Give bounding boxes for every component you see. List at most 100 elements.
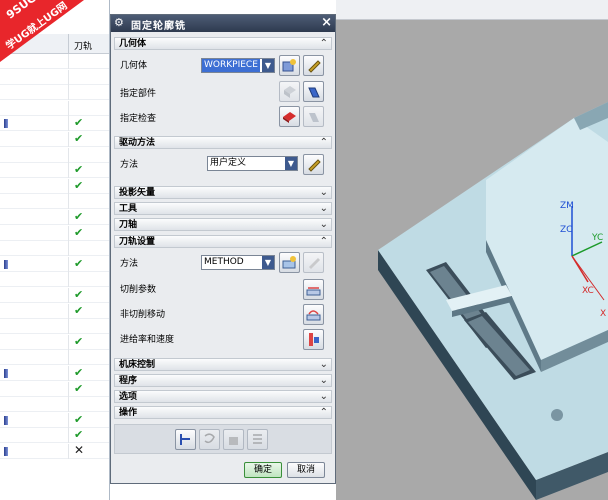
column-separator [68, 100, 69, 116]
operation-icon [4, 369, 8, 378]
display-check-button[interactable] [303, 106, 324, 127]
section-operations[interactable]: 操作 ⌃ [114, 406, 332, 419]
drive-method-select[interactable]: 用户定义 ▼ [207, 156, 298, 171]
new-geometry-button[interactable] [279, 55, 300, 76]
section-machine-control[interactable]: 机床控制 ⌄ [114, 358, 332, 371]
generate-button[interactable] [175, 429, 196, 450]
navigator-row[interactable] [0, 54, 109, 69]
non-cut-moves-button[interactable] [303, 304, 324, 325]
column-separator [68, 272, 69, 288]
column-toolpath[interactable]: 刀轨 [74, 39, 92, 52]
section-options-label: 选项 [119, 392, 138, 402]
navigator-row[interactable]: ✔ [0, 163, 109, 179]
navigator-row[interactable]: ✔ [0, 412, 109, 428]
navigator-row[interactable] [0, 100, 109, 116]
flashlight-icon [309, 113, 319, 122]
operation-icon [4, 447, 8, 456]
chevron-up-icon: ⌃ [319, 38, 328, 49]
edit-drive-button[interactable] [303, 154, 324, 175]
specify-part-button[interactable] [279, 81, 300, 102]
new-method-button[interactable] [279, 252, 300, 273]
label-yc: YC [591, 233, 603, 243]
navigator-row[interactable]: ✔ [0, 178, 109, 194]
chevron-down-icon: ⌄ [319, 359, 328, 370]
checkmark-icon: ✔ [74, 303, 84, 317]
chevron-down-icon: ⌄ [319, 219, 328, 230]
navigator-row[interactable]: ✔ [0, 116, 109, 132]
cancel-button[interactable]: 取消 [287, 462, 325, 478]
navigator-row[interactable]: ✔ [0, 256, 109, 272]
label-zc: ZC [560, 225, 572, 235]
navigator-row[interactable]: ✔ [0, 303, 109, 319]
ok-button[interactable]: 确定 [244, 462, 282, 478]
column-separator [68, 256, 69, 272]
column-separator [68, 288, 69, 303]
replay-button[interactable] [199, 429, 220, 450]
section-tool-axis[interactable]: 刀轴 ⌄ [114, 218, 332, 231]
specify-check-button[interactable] [279, 106, 300, 127]
drive-method-value: 用户定义 [210, 158, 247, 168]
section-path-settings[interactable]: 刀轨设置 ⌃ [114, 235, 332, 248]
verify-button[interactable] [223, 429, 244, 450]
specify-check-label: 指定检查 [120, 114, 157, 124]
navigator-row[interactable]: ✔ [0, 288, 109, 303]
path-method-value: METHOD [204, 257, 244, 267]
column-separator [68, 225, 69, 241]
navigator-row[interactable] [0, 147, 109, 163]
label-x: X [600, 309, 606, 319]
cut-params-button[interactable] [303, 279, 324, 300]
navigator-row[interactable]: ✔ [0, 334, 109, 350]
navigator-row[interactable]: ✔ [0, 366, 109, 381]
navigator-row[interactable]: ✕ [0, 444, 109, 459]
geometry-select[interactable]: WORKPIECE ▼ [201, 58, 275, 73]
chevron-down-icon: ⌄ [319, 203, 328, 214]
graphics-viewport[interactable]: ZM ZC YC XC X [336, 0, 608, 500]
edit-method-button[interactable] [303, 252, 324, 273]
edit-geometry-button[interactable] [303, 55, 324, 76]
path-method-select[interactable]: METHOD ▼ [201, 255, 275, 270]
navigator-row[interactable] [0, 69, 109, 85]
verify-icon [229, 437, 238, 445]
display-part-button[interactable] [303, 81, 324, 102]
navigator-row[interactable]: ✔ [0, 132, 109, 147]
drive-method-label: 方法 [120, 160, 139, 170]
checkmark-icon: ✔ [74, 428, 84, 442]
navigator-row[interactable] [0, 272, 109, 288]
section-geometry[interactable]: 几何体 ⌃ [114, 37, 332, 50]
section-tool[interactable]: 工具 ⌄ [114, 202, 332, 215]
generate-icon [180, 434, 190, 445]
navigator-row[interactable]: ✔ [0, 225, 109, 241]
feeds-speeds-label: 进给率和速度 [120, 335, 175, 345]
operation-icon [4, 119, 8, 129]
feeds-speeds-button[interactable] [303, 329, 324, 350]
column-separator [68, 163, 69, 179]
specify-part-label: 指定部件 [120, 89, 157, 99]
part-icon [284, 86, 296, 98]
navigator-row[interactable] [0, 85, 109, 101]
navigator-row[interactable] [0, 397, 109, 413]
checkmark-icon: ✔ [74, 210, 84, 223]
section-projection-vector[interactable]: 投影矢量 ⌄ [114, 186, 332, 199]
navigator-row[interactable] [0, 319, 109, 335]
gear-icon[interactable]: ⚙ [114, 16, 124, 29]
column-separator [68, 178, 69, 194]
navigator-row[interactable] [0, 194, 109, 210]
navigator-row[interactable]: ✔ [0, 428, 109, 444]
section-drive-method[interactable]: 驱动方法 ⌃ [114, 136, 332, 149]
check-geometry-icon [283, 112, 296, 123]
checkmark-icon: ✔ [74, 412, 84, 426]
column-separator [68, 69, 69, 85]
navigator-row[interactable]: ✔ [0, 381, 109, 397]
close-icon[interactable]: × [321, 15, 332, 30]
dialog-titlebar[interactable]: ⚙ 固定轮廓铣 × [111, 15, 335, 32]
navigator-row[interactable] [0, 241, 109, 257]
section-options[interactable]: 选项 ⌄ [114, 390, 332, 403]
navigator-row[interactable] [0, 350, 109, 366]
column-separator [68, 54, 69, 69]
column-separator [68, 303, 69, 319]
navigator-row[interactable]: ✔ [0, 210, 109, 225]
chevron-up-icon: ⌃ [319, 236, 328, 247]
checkmark-icon: ✔ [74, 288, 84, 301]
section-program[interactable]: 程序 ⌄ [114, 374, 332, 387]
list-button[interactable] [247, 429, 268, 450]
